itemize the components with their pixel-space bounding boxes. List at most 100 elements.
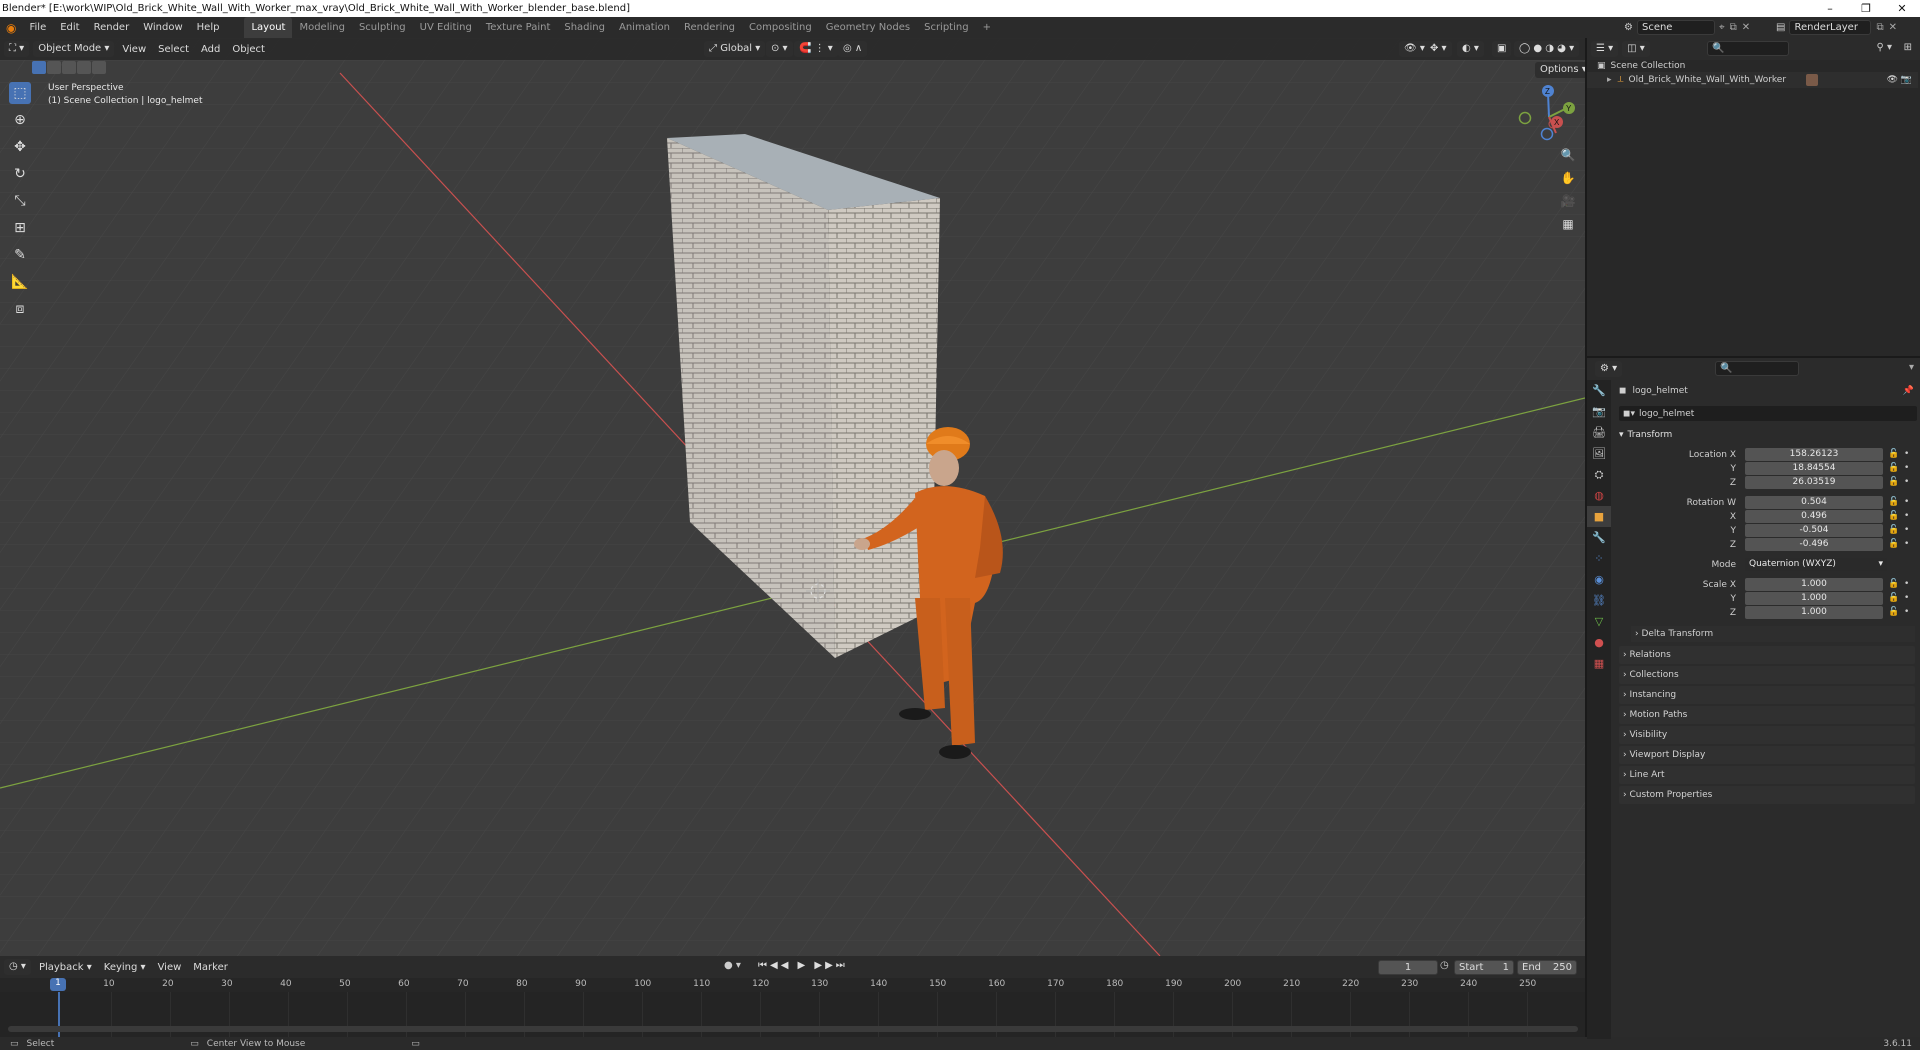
gizmo-toggle-icon[interactable]: ✥ ▾	[1425, 41, 1452, 57]
keyframe-dot-icon[interactable]: •	[1904, 578, 1909, 591]
scale-x-field[interactable]: 1.000	[1745, 578, 1883, 591]
object-datablock-icon[interactable]: ◼▾	[1623, 409, 1635, 419]
outliner-editor-type-icon[interactable]: ☰ ▾	[1591, 41, 1619, 57]
lock-icon[interactable]: 🔓	[1888, 448, 1899, 461]
keyframe-dot-icon[interactable]: •	[1904, 496, 1909, 509]
3d-viewport[interactable]: Z Y X ⛶ ▾ Object Mode ▾ View Select Add …	[0, 38, 1585, 956]
delete-scene-icon[interactable]: ✕	[1742, 22, 1750, 33]
add-menu[interactable]: Add	[197, 44, 224, 55]
viewport-display-panel[interactable]: › Viewport Display	[1619, 746, 1915, 764]
location-z-field[interactable]: 26.03519	[1745, 476, 1883, 489]
overlay-toggle-icon[interactable]: ◐ ▾	[1457, 41, 1484, 57]
delete-layer-icon[interactable]: ✕	[1889, 22, 1897, 33]
proportional-edit-icon[interactable]: ◎ ∧	[838, 41, 868, 57]
pivot-icon[interactable]: ⊙ ▾	[766, 41, 793, 57]
move-tool-icon[interactable]: ✥	[9, 136, 31, 158]
record-icon[interactable]: ● ▾	[724, 960, 741, 971]
menu-file[interactable]: File	[22, 17, 53, 38]
playhead-marker[interactable]: 1	[50, 978, 66, 991]
scale-y-field[interactable]: 1.000	[1745, 592, 1883, 605]
texture-tab-icon[interactable]: ▦	[1587, 653, 1611, 674]
tab-layout[interactable]: Layout	[244, 17, 293, 38]
lock-icon[interactable]: 🔓	[1888, 578, 1899, 591]
editor-type-icon[interactable]: ⛶ ▾	[4, 41, 30, 57]
timeline-ruler[interactable]: 10 20 30 40 50 60 70 80 90 100 110 120 130 140 150 160 1…	[0, 978, 1585, 992]
close-button[interactable]: ✕	[1884, 0, 1920, 17]
menu-window[interactable]: Window	[136, 17, 189, 38]
expand-arrow-icon[interactable]: ▸	[1607, 75, 1612, 85]
visibility-panel[interactable]: › Visibility	[1619, 726, 1915, 744]
object-menu[interactable]: Object	[228, 44, 269, 55]
timeline-editor[interactable]: ◷ ▾ Playback ▾ Keying ▾ View Marker ● ▾ …	[0, 956, 1585, 1037]
end-frame-field[interactable]: End 250	[1517, 960, 1577, 975]
xray-toggle-icon[interactable]: ▣	[1492, 41, 1512, 57]
relations-panel[interactable]: › Relations	[1619, 646, 1915, 664]
cursor-tool-icon[interactable]: ⊕	[9, 109, 31, 131]
material-tab-icon[interactable]: ●	[1587, 632, 1611, 653]
lock-icon[interactable]: 🔓	[1888, 510, 1899, 523]
select-extend-icon[interactable]	[47, 61, 61, 74]
new-scene-icon[interactable]: ⧉	[1730, 22, 1737, 33]
orientation-dropdown[interactable]: ⤢ Global ▾	[704, 41, 766, 57]
playback-controls-icon[interactable]: ⏮◀◀ ▶ ▶▶⏭	[758, 960, 848, 971]
ortho-toggle-icon[interactable]: ▦	[1557, 213, 1579, 235]
select-subtract-icon[interactable]	[62, 61, 76, 74]
view-menu[interactable]: View	[118, 44, 150, 55]
add-cube-tool-icon[interactable]: ⧈	[9, 298, 31, 320]
menu-help[interactable]: Help	[190, 17, 227, 38]
modifier-tab-icon[interactable]: 🔧	[1587, 527, 1611, 548]
physics-tab-icon[interactable]: ◉	[1587, 569, 1611, 590]
world-tab-icon[interactable]: ◍	[1587, 485, 1611, 506]
filter-icon[interactable]: ⚲ ▾	[1876, 42, 1892, 53]
keyframe-dot-icon[interactable]: •	[1904, 538, 1909, 551]
keyframe-dot-icon[interactable]: •	[1904, 524, 1909, 537]
tab-modeling[interactable]: Modeling	[292, 17, 352, 38]
keyframe-dot-icon[interactable]: •	[1904, 510, 1909, 523]
scene-icon[interactable]: ⚙	[1624, 22, 1633, 33]
delta-transform-panel[interactable]: › Delta Transform	[1631, 626, 1915, 642]
tool-tab-icon[interactable]: 🔧	[1587, 380, 1611, 401]
keyframe-dot-icon[interactable]: •	[1904, 462, 1909, 475]
blender-logo-icon[interactable]: ◉	[0, 21, 22, 35]
scale-z-field[interactable]: 1.000	[1745, 606, 1883, 619]
shading-modes-icon[interactable]: ◯ ● ◑ ◕ ▾	[1514, 41, 1580, 57]
keying-menu[interactable]: Keying ▾	[100, 962, 150, 973]
tab-scripting[interactable]: Scripting	[917, 17, 975, 38]
scene-selector[interactable]: Scene	[1636, 20, 1715, 35]
object-name-field[interactable]: ◼▾ logo_helmet	[1619, 406, 1917, 421]
select-new-icon[interactable]	[32, 61, 46, 74]
lock-icon[interactable]: 🔓	[1888, 476, 1899, 489]
rotate-tool-icon[interactable]: ↻	[9, 163, 31, 185]
playback-menu[interactable]: Playback ▾	[35, 962, 96, 973]
line-art-panel[interactable]: › Line Art	[1619, 766, 1915, 784]
snap-icon[interactable]: 🧲 ⋮ ▾	[794, 41, 838, 57]
minimize-button[interactable]: –	[1812, 0, 1848, 17]
display-mode-icon[interactable]: ◫ ▾	[1622, 41, 1650, 57]
lock-icon[interactable]: 🔓	[1888, 592, 1899, 605]
timeline-scrollbar[interactable]	[8, 1026, 1578, 1032]
transform-tool-icon[interactable]: ⊞	[9, 217, 31, 239]
rotation-x-field[interactable]: 0.496	[1745, 510, 1883, 523]
properties-editor-type-icon[interactable]: ⚙ ▾	[1595, 361, 1623, 377]
tab-uv-editing[interactable]: UV Editing	[413, 17, 479, 38]
marker-menu[interactable]: Marker	[189, 962, 232, 973]
particles-tab-icon[interactable]: ⁘	[1587, 548, 1611, 569]
pin-icon[interactable]: ⌖	[1719, 22, 1725, 33]
object-tab-icon[interactable]: ■	[1587, 506, 1611, 527]
collections-panel[interactable]: › Collections	[1619, 666, 1915, 684]
keyframe-dot-icon[interactable]: •	[1904, 606, 1909, 619]
visibility-eye-icon[interactable]: 👁	[1887, 75, 1898, 85]
timeline-view-menu[interactable]: View	[154, 962, 186, 973]
transform-panel-header[interactable]: ▾ Transform	[1619, 426, 1915, 444]
zoom-icon[interactable]: 🔍	[1557, 144, 1579, 166]
rotation-z-field[interactable]: -0.496	[1745, 538, 1883, 551]
keyframe-dot-icon[interactable]: •	[1904, 476, 1909, 489]
instancing-panel[interactable]: › Instancing	[1619, 686, 1915, 704]
custom-properties-panel[interactable]: › Custom Properties	[1619, 786, 1915, 804]
lock-icon[interactable]: 🔓	[1888, 524, 1899, 537]
new-collection-icon[interactable]: ⊞	[1904, 42, 1912, 53]
pin-properties-icon[interactable]: 📌	[1903, 386, 1914, 396]
keyframe-dot-icon[interactable]: •	[1904, 448, 1909, 461]
current-frame-field[interactable]: 1	[1378, 960, 1438, 975]
lock-icon[interactable]: 🔓	[1888, 462, 1899, 475]
